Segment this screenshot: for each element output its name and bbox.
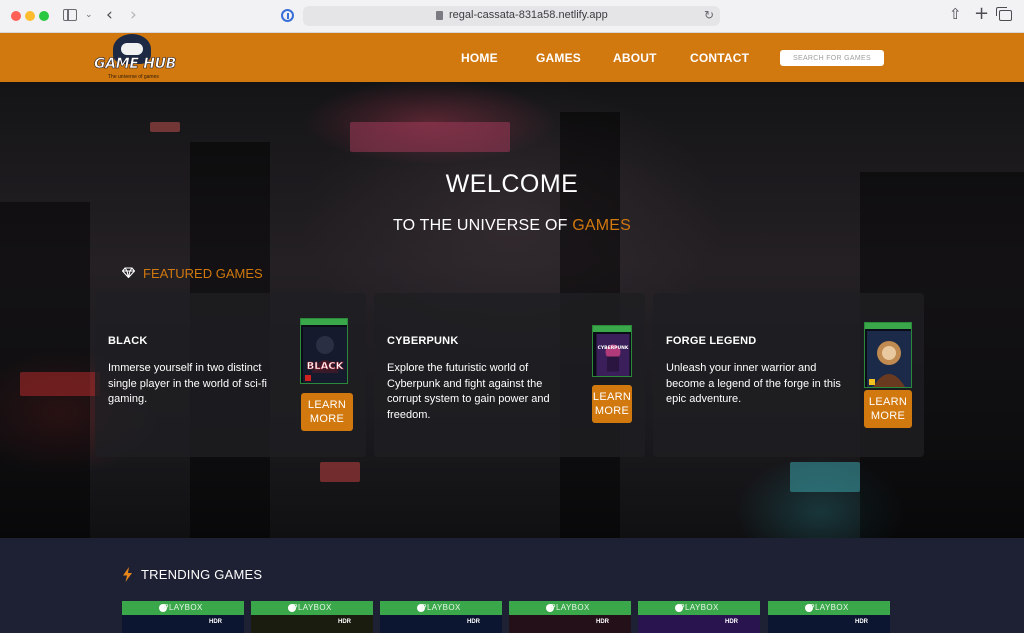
chevron-down-icon[interactable]: ⌄ [85, 9, 93, 20]
learn-more-button[interactable]: LEARN MORE [301, 393, 353, 431]
svg-text:CYBERPUNK: CYBERPUNK [598, 345, 629, 351]
trending-game-card[interactable]: PLAYBOX HDR [768, 601, 890, 633]
hero-section: WELCOME TO THE UNIVERSE OF GAMES FEATURE… [0, 82, 1024, 538]
trending-section: TRENDING GAMES PLAYBOX HDR PLAYBOX HDR P… [0, 538, 1024, 633]
card-title: BLACK [108, 335, 148, 347]
new-tab-icon[interactable]: + [974, 3, 989, 24]
hero-subtitle-prefix: TO THE UNIVERSE OF [392, 217, 568, 234]
neon-sign [320, 462, 360, 482]
card-title: FORGE LEGEND [666, 335, 757, 347]
url-text: regal-cassata-831a58.netlify.app [449, 9, 608, 21]
game-cover-image: CYBERPUNK [592, 325, 632, 377]
browser-toolbar: ⌄ ‹ › regal-cassata-831a58.netlify.app ↻… [0, 0, 1024, 33]
trending-game-card[interactable]: PLAYBOX HDR [380, 601, 502, 633]
background-building [0, 202, 90, 538]
close-window-button[interactable] [11, 11, 21, 21]
platform-label: PLAYBOX [292, 603, 332, 612]
logo-wordmark: GAME HUB [94, 56, 177, 73]
search-input[interactable] [780, 50, 884, 66]
trending-game-card[interactable]: PLAYBOX HDR [251, 601, 373, 633]
trending-game-card[interactable]: PLAYBOX HDR [122, 601, 244, 633]
address-bar[interactable]: regal-cassata-831a58.netlify.app ↻ [303, 6, 720, 26]
hdr-badge: HDR [209, 619, 222, 625]
platform-label: PLAYBOX [421, 603, 461, 612]
nav-games[interactable]: GAMES [536, 51, 581, 65]
sidebar-toggle-icon[interactable] [63, 9, 77, 21]
platform-label: PLAYBOX [163, 603, 203, 612]
hdr-badge: HDR [725, 619, 738, 625]
hero-subtitle: TO THE UNIVERSE OF GAMES [0, 217, 1024, 235]
featured-card-black: BLACK Immerse yourself in two distinct s… [95, 293, 366, 457]
trending-game-card[interactable]: PLAYBOX HDR [509, 601, 631, 633]
zoom-window-button[interactable] [39, 11, 49, 21]
hdr-badge: HDR [338, 619, 351, 625]
hero-subtitle-accent: GAMES [572, 217, 632, 234]
hero-title: WELCOME [445, 170, 579, 198]
back-arrow-icon[interactable]: ‹ [106, 5, 113, 25]
tab-overview-icon[interactable] [996, 7, 1012, 21]
featured-heading-label: FEATURED GAMES [143, 266, 263, 281]
hdr-badge: HDR [855, 619, 868, 625]
featured-card-forge-legend: FORGE LEGEND Unleash your inner warrior … [653, 293, 924, 457]
learn-more-button[interactable]: LEARN MORE [592, 385, 632, 423]
card-description: Immerse yourself in two distinct single … [108, 362, 267, 405]
hdr-badge: HDR [596, 619, 609, 625]
platform-label: PLAYBOX [809, 603, 849, 612]
share-icon[interactable]: ⇧ [949, 5, 962, 23]
neon-sign [350, 122, 510, 152]
card-description: Explore the futuristic world of Cyberpun… [387, 362, 550, 421]
lock-icon [436, 11, 443, 20]
trending-game-card[interactable]: PLAYBOX HDR [638, 601, 760, 633]
nav-about[interactable]: ABOUT [613, 51, 657, 65]
featured-card-cyberpunk: CYBERPUNK Explore the futuristic world o… [374, 293, 645, 457]
svg-text:BLACK: BLACK [307, 361, 345, 372]
site-header: GAME HUB The universe of games HOME GAME… [0, 33, 1024, 82]
neon-sign [790, 462, 860, 492]
minimize-window-button[interactable] [25, 11, 35, 21]
password-manager-icon[interactable] [281, 9, 294, 22]
platform-label: PLAYBOX [679, 603, 719, 612]
gamepad-icon [121, 43, 143, 55]
game-cover-image: BLACK [300, 318, 348, 384]
diamond-icon [122, 267, 135, 278]
lightning-icon [123, 567, 132, 582]
card-description: Unleash your inner warrior and become a … [666, 362, 841, 405]
forward-arrow-icon[interactable]: › [130, 5, 137, 25]
nav-home[interactable]: HOME [461, 51, 498, 65]
reload-icon[interactable]: ↻ [704, 8, 714, 22]
neon-sign [150, 122, 180, 132]
neon-sign [20, 372, 100, 396]
hdr-badge: HDR [467, 619, 480, 625]
game-hub-logo[interactable]: GAME HUB The universe of games [94, 34, 177, 82]
platform-label: PLAYBOX [550, 603, 590, 612]
logo-tagline: The universe of games [108, 74, 159, 80]
game-cover-image [864, 322, 912, 388]
trending-heading: TRENDING GAMES [141, 567, 263, 582]
nav-contact[interactable]: CONTACT [690, 51, 749, 65]
card-title: CYBERPUNK [387, 335, 459, 347]
learn-more-button[interactable]: LEARN MORE [864, 390, 912, 428]
